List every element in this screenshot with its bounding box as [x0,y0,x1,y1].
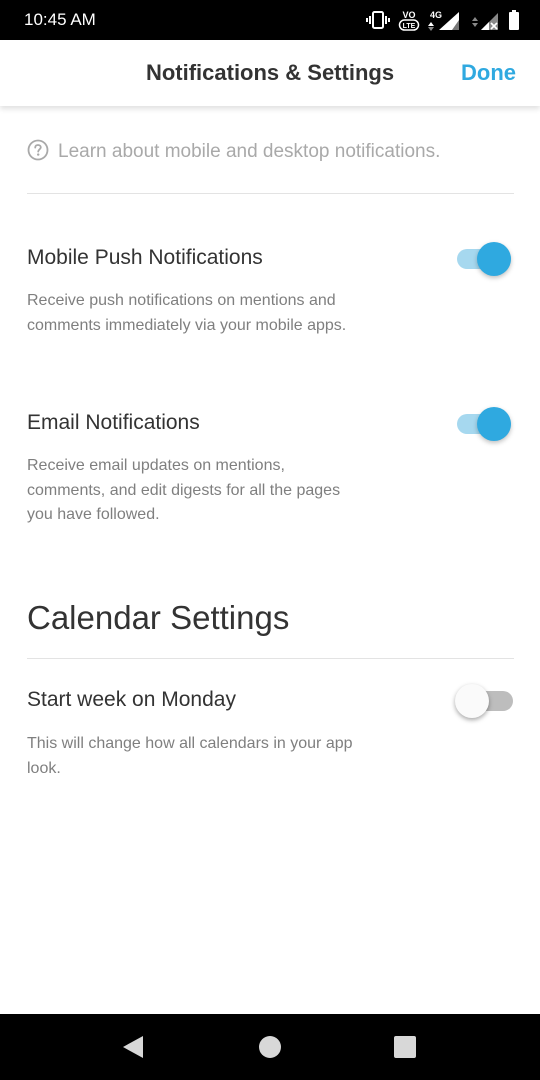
done-button[interactable]: Done [461,40,516,106]
app-header: Notifications & Settings Done [0,40,540,106]
back-icon[interactable] [120,1034,146,1060]
help-circle-icon [27,139,49,165]
toggle-knob [477,407,511,441]
email-notifications-description: Receive email updates on mentions, comme… [27,457,341,523]
volte-icon: VO LTE [398,8,420,32]
mobile-push-title: Mobile Push Notifications [27,246,263,269]
status-time: 10:45 AM [24,10,96,29]
svg-text:VO: VO [402,10,415,20]
vibrate-icon [366,9,390,31]
toggle-knob [455,684,489,718]
settings-content: Learn about mobile and desktop notificat… [0,106,540,1014]
home-icon[interactable] [257,1034,283,1060]
status-icons: VO LTE 4G [366,8,520,32]
learn-notifications-text: Learn about mobile and desktop notificat… [58,141,441,162]
recents-icon[interactable] [392,1034,418,1060]
start-week-monday-description: This will change how all calendars in yo… [27,735,353,777]
mobile-push-description: Receive push notifications on mentions a… [27,292,347,334]
mobile-push-toggle[interactable] [453,239,515,279]
no-signal-icon [470,8,500,32]
4g-signal-icon: 4G [428,8,462,32]
learn-notifications-link[interactable]: Learn about mobile and desktop notificat… [27,139,440,165]
svg-text:LTE: LTE [403,23,416,30]
system-nav-bar [0,1014,540,1080]
page-title: Notifications & Settings [145,60,395,85]
status-bar: 10:45 AM VO LTE 4G [0,0,540,40]
svg-text:4G: 4G [430,10,442,20]
divider [27,658,514,659]
battery-icon [508,9,520,31]
start-week-monday-toggle[interactable] [455,681,517,721]
calendar-settings-heading: Calendar Settings [27,599,290,636]
email-notifications-title: Email Notifications [27,411,200,434]
email-notifications-toggle[interactable] [453,404,515,444]
toggle-knob [477,242,511,276]
divider [27,193,514,194]
start-week-monday-title: Start week on Monday [27,688,236,711]
